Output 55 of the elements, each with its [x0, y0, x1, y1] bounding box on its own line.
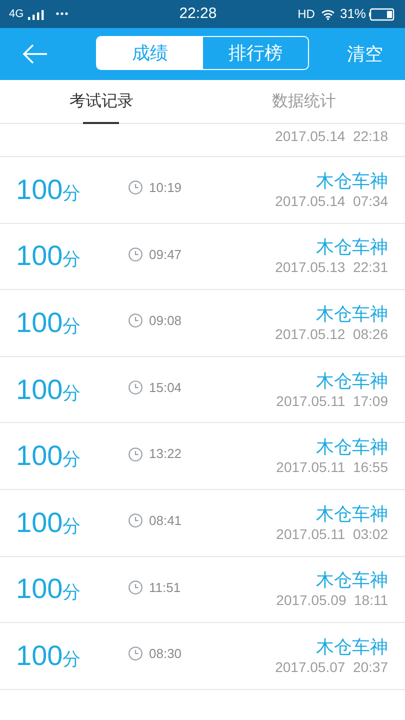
- duration: 13:22: [149, 445, 182, 464]
- clock-icon: [128, 180, 143, 196]
- segment-tab[interactable]: 排行榜: [202, 37, 308, 69]
- record-date: 2017.05.11 03:02: [276, 526, 388, 541]
- network-label: 4G: [9, 6, 24, 22]
- user-name: 木仓车神: [316, 172, 388, 190]
- score: 100分: [16, 376, 81, 404]
- user-name: 木仓车神: [316, 571, 388, 590]
- duration: 08:41: [149, 512, 182, 530]
- score: 100分: [16, 308, 81, 337]
- record-date: 2017.05.12 08:26: [275, 326, 388, 341]
- record-date: 2017.05.11 16:55: [276, 460, 388, 474]
- user-name: 木仓车神: [316, 438, 388, 456]
- record-date: 2017.05.13 22:31: [275, 260, 388, 274]
- clock-icon: [128, 580, 143, 595]
- battery-icon: [369, 8, 396, 20]
- clock-icon: [128, 646, 143, 662]
- user-name: 木仓车神: [316, 504, 388, 523]
- score: 100分: [16, 176, 81, 204]
- user-name: 木仓车神: [316, 304, 388, 323]
- clock-icon: [128, 380, 143, 396]
- score: 100分: [16, 642, 81, 670]
- score: 100分: [16, 242, 81, 270]
- clock-time: 22:28: [179, 4, 217, 24]
- segment-tab[interactable]: 成绩: [97, 37, 202, 69]
- record-date: 2017.05.09 18:11: [276, 593, 388, 608]
- score: 100分: [16, 508, 81, 537]
- clock-icon: [128, 246, 143, 262]
- clock-icon: [128, 313, 143, 328]
- duration: 09:47: [149, 246, 182, 264]
- duration: 15:04: [149, 378, 182, 397]
- user-name: 木仓车神: [316, 372, 388, 390]
- score: 100分: [16, 575, 81, 604]
- record-date: 2017.05.07 20:37: [275, 660, 388, 674]
- back-arrow-icon[interactable]: [22, 44, 48, 64]
- user-name: 木仓车神: [316, 238, 388, 256]
- clear-button[interactable]: 清空: [347, 40, 383, 68]
- duration: 10:19: [149, 179, 182, 198]
- duration: 08:30: [149, 645, 182, 664]
- tab[interactable]: 数据统计: [202, 80, 405, 123]
- clock-icon: [128, 446, 143, 462]
- tab[interactable]: 考试记录: [0, 80, 202, 123]
- signal-icon: [26, 8, 46, 20]
- record-date: 2017.05.14 22:18: [275, 129, 388, 143]
- more-dots: •••: [56, 8, 70, 22]
- score: 100分: [16, 442, 81, 470]
- battery-percent: 31%: [340, 5, 366, 24]
- duration: 11:51: [149, 578, 181, 597]
- record-date: 2017.05.14 07:34: [275, 194, 388, 208]
- wifi-icon: [320, 8, 335, 20]
- record-date: 2017.05.11 17:09: [276, 394, 388, 408]
- hd-label: HD: [298, 6, 315, 23]
- user-name: 木仓车神: [316, 638, 388, 656]
- duration: 09:08: [149, 312, 182, 330]
- clock-icon: [128, 513, 143, 528]
